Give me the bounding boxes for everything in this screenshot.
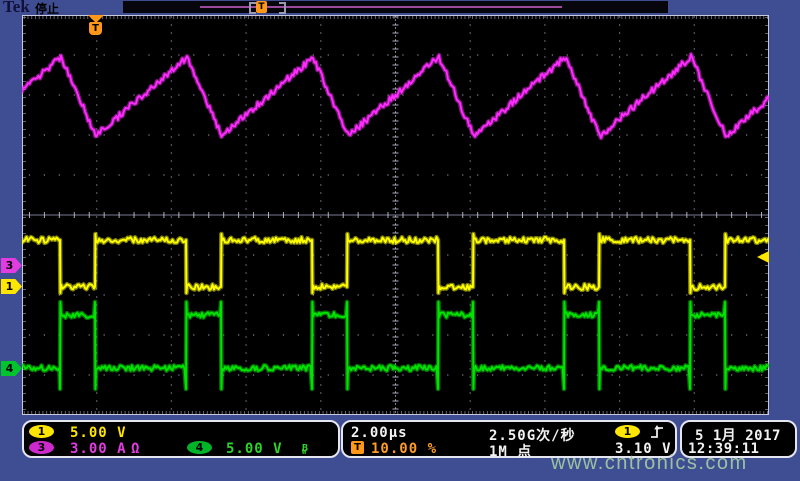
record-window-bracket-left-icon xyxy=(249,2,256,14)
record-view-bar[interactable]: T xyxy=(123,1,668,13)
time-per-div-readout: 2.00µs xyxy=(351,425,408,441)
trigger-source-badge[interactable]: 1 xyxy=(615,425,640,438)
oscilloscope-screen: Tek 停止 T T 3 1 4 1 5.00 V 3 3.00 A Ω 4 5… xyxy=(0,0,800,481)
ch1-scale-readout: 5.00 V xyxy=(70,425,127,441)
ch4-badge[interactable]: 4 xyxy=(187,441,212,454)
channel-3-position-marker[interactable]: 3 xyxy=(1,258,22,273)
record-trigger-icon: T xyxy=(256,1,267,13)
title-bar: Tek 停止 T xyxy=(0,0,800,15)
trigger-position-marker[interactable]: T xyxy=(88,15,104,35)
ch3-badge[interactable]: 3 xyxy=(29,441,54,454)
trigger-position-square-icon: T xyxy=(351,441,364,454)
bw-main: B xyxy=(302,443,308,454)
channel-4-position-marker[interactable]: 4 xyxy=(1,361,22,376)
trigger-position-readout: 10.00 % xyxy=(371,441,437,457)
ch1-badge[interactable]: 1 xyxy=(29,425,54,438)
channel-1-position-marker[interactable]: 1 xyxy=(1,279,22,294)
ch3-coupling-readout: Ω xyxy=(131,441,140,457)
trigger-slope-rising-icon xyxy=(649,424,665,439)
watermark: www.cntronics.com xyxy=(551,452,748,475)
record-window-bracket-right-icon xyxy=(279,2,286,14)
ch3-scale-readout: 3.00 A xyxy=(70,441,127,457)
ch4-scale-readout: 5.00 V xyxy=(226,441,283,457)
record-length-readout: 1M 点 xyxy=(489,441,532,461)
waveform-svg xyxy=(22,15,769,415)
trigger-position-label: T xyxy=(89,22,102,35)
channel-readout-panel[interactable]: 1 5.00 V 3 3.00 A Ω 4 5.00 V BW xyxy=(22,420,340,458)
ch4-bandwidth-limit-icon: BW xyxy=(302,443,306,456)
waveform-display[interactable]: T xyxy=(22,15,769,415)
